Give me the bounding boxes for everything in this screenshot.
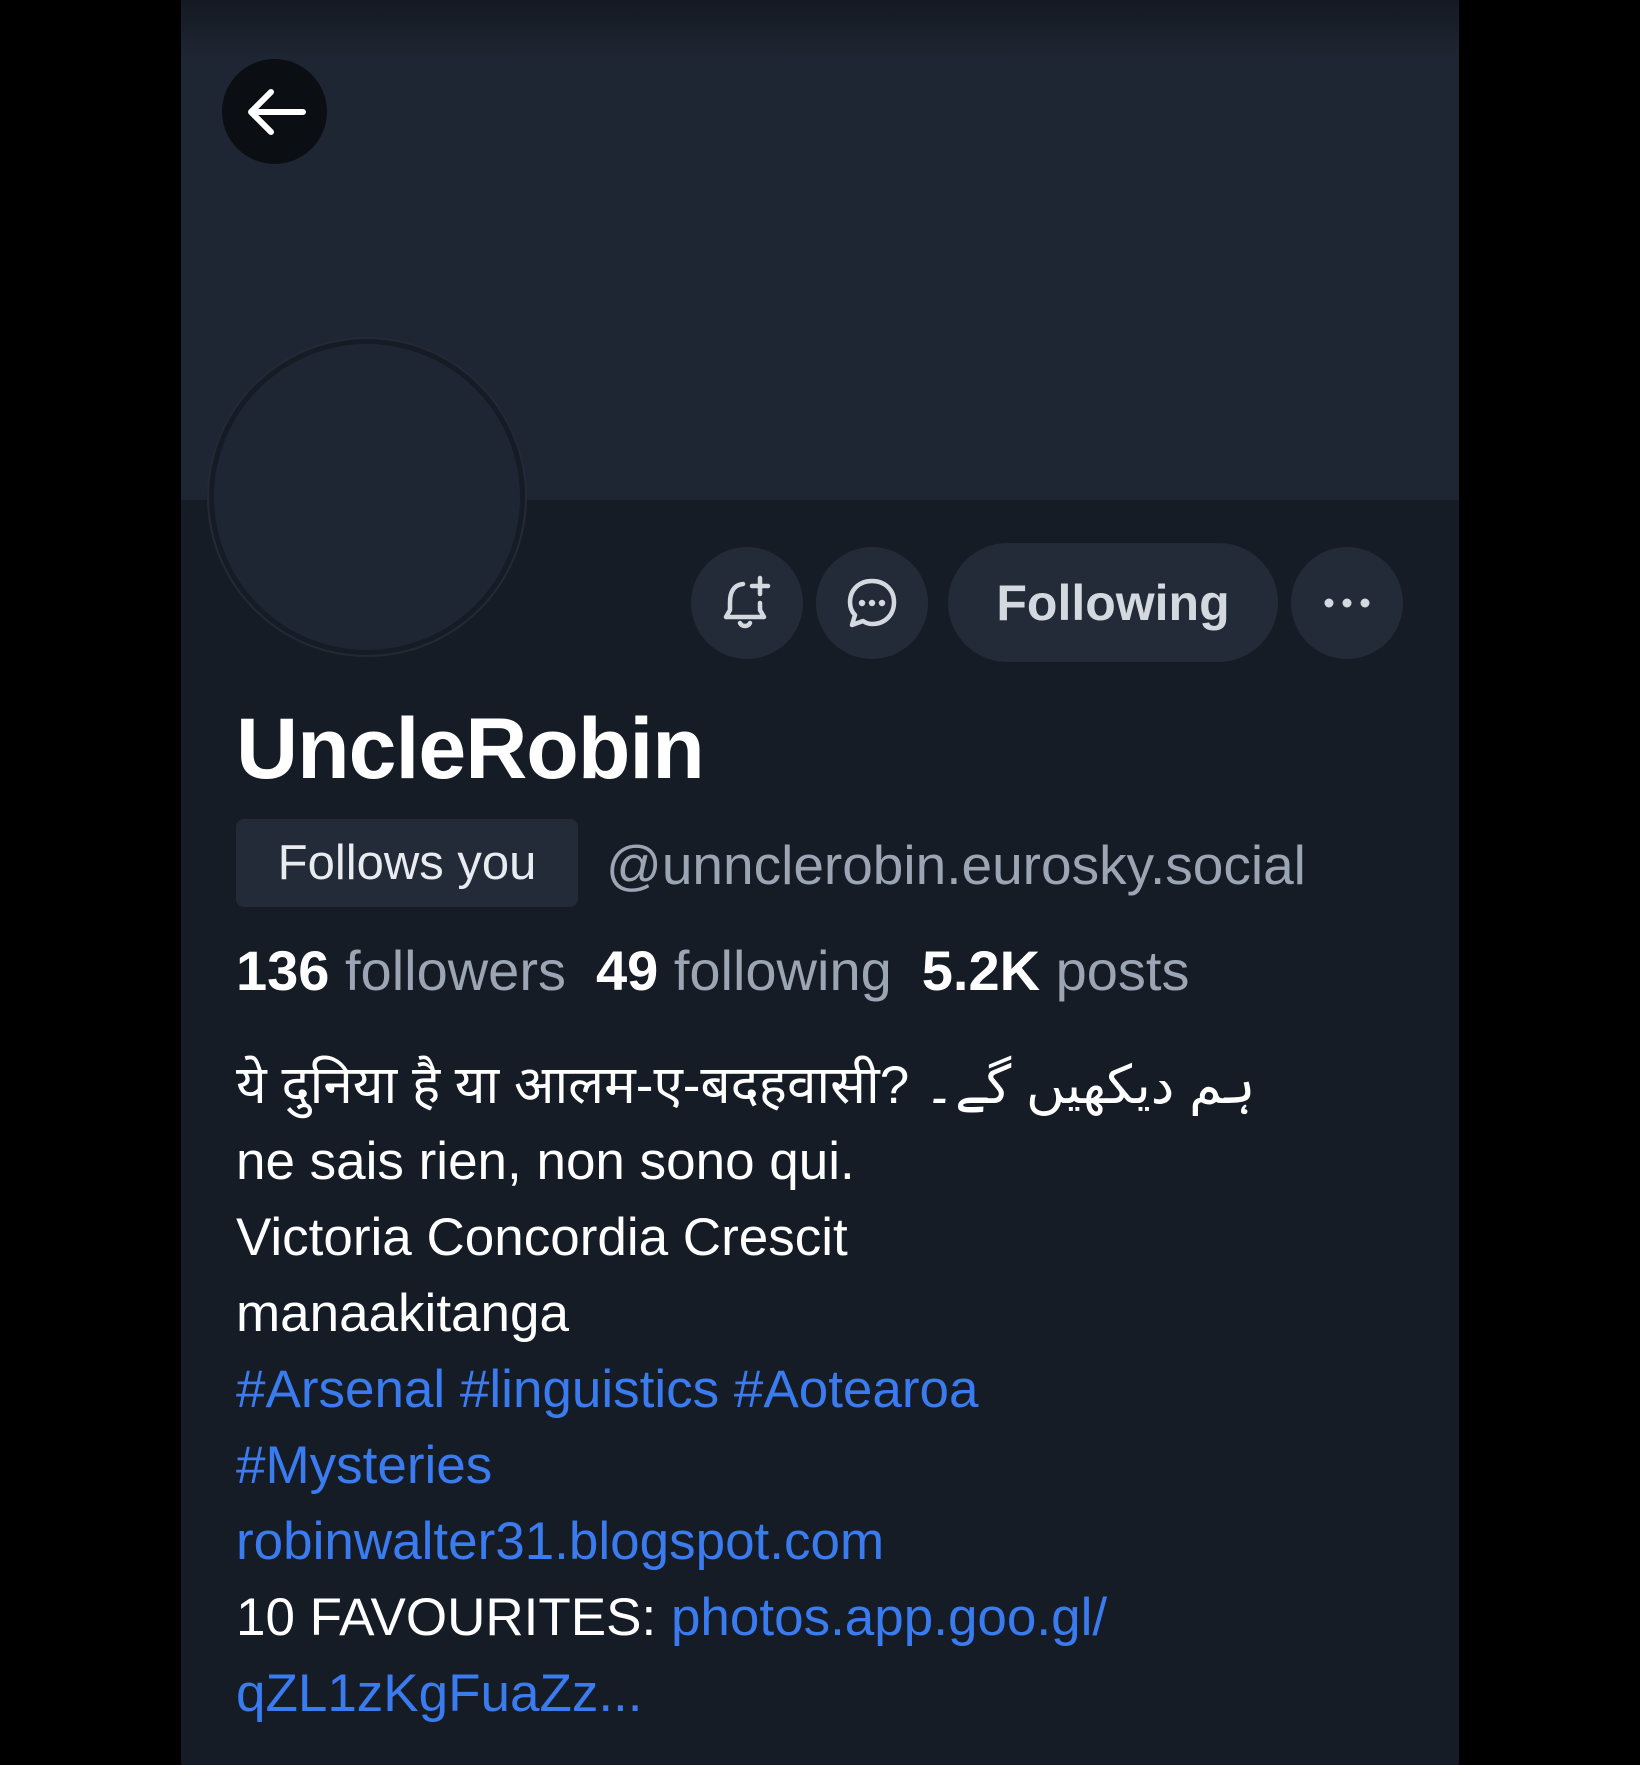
bio-favourites-link-line: qZL1zKgFuaZz... — [236, 1656, 1416, 1732]
hashtag-link[interactable]: #Arsenal — [236, 1360, 445, 1419]
subscribe-notifications-button[interactable] — [691, 547, 803, 659]
following-button[interactable]: Following — [948, 543, 1278, 662]
following-label: following — [673, 939, 892, 1002]
blog-link[interactable]: robinwalter31.blogspot.com — [236, 1512, 884, 1571]
display-name: UncleRobin — [236, 701, 705, 797]
message-button[interactable] — [816, 547, 928, 659]
follows-you-badge: Follows you — [236, 819, 578, 907]
bio-hashtags-line-1: #Arsenal #linguistics #Aotearoa — [236, 1352, 1416, 1428]
bio-line-3: Victoria Concordia Crescit — [236, 1208, 848, 1267]
arrow-left-icon — [247, 88, 306, 135]
followers-count: 136 — [236, 939, 330, 1002]
bell-plus-icon — [723, 575, 771, 629]
bio-line-2: ne sais rien, non sono qui. — [236, 1132, 855, 1191]
following-stat[interactable]: 49 following — [596, 939, 892, 1002]
bio-hindi-text: ये दुनिया है या आलम-ए-बदहवासी? — [236, 1056, 910, 1115]
followers-stat[interactable]: 136 followers — [236, 939, 566, 1002]
back-button[interactable] — [222, 59, 327, 164]
posts-stat: 5.2K posts — [922, 939, 1190, 1002]
profile-bio: ये दुनिया है या आलम-ए-बदहवासी? ہم دیکھیں… — [236, 1048, 1416, 1732]
favourites-link-continued[interactable]: qZL1zKgFuaZz... — [236, 1664, 643, 1723]
hashtag-link[interactable]: #Aotearoa — [734, 1360, 979, 1419]
favourites-link[interactable]: photos.app.goo.gl/ — [671, 1588, 1107, 1647]
bio-line-1: ये दुनिया है या आलम-ए-बदहवासी? ہم دیکھیں… — [236, 1048, 1416, 1124]
profile-screen: Following UncleRobin Follows you @unncle… — [181, 0, 1459, 1765]
bio-urdu-text: ہم دیکھیں گے۔ — [923, 1056, 1256, 1115]
favourites-label: 10 FAVOURITES: — [236, 1588, 657, 1647]
posts-label: posts — [1055, 939, 1190, 1002]
following-count: 49 — [595, 939, 659, 1002]
bio-line-4: manaakitanga — [236, 1284, 569, 1343]
ellipsis-icon — [1324, 598, 1370, 608]
hashtag-link[interactable]: #Mysteries — [236, 1436, 492, 1495]
posts-count: 5.2K — [921, 939, 1041, 1002]
bio-blog-line: robinwalter31.blogspot.com — [236, 1504, 1416, 1580]
profile-handle: @unnclerobin.eurosky.social — [606, 834, 1306, 896]
profile-action-row: Following — [181, 543, 1459, 662]
bio-hashtags-line-2: #Mysteries — [236, 1428, 1416, 1504]
profile-stats: 136 followers 49 following 5.2K posts — [236, 938, 1189, 1003]
hashtag-link[interactable]: #linguistics — [460, 1360, 719, 1419]
chat-bubble-icon — [847, 578, 897, 628]
more-options-button[interactable] — [1291, 547, 1403, 659]
bio-favourites-line: 10 FAVOURITES: photos.app.goo.gl/ — [236, 1580, 1416, 1656]
followers-label: followers — [345, 939, 566, 1002]
